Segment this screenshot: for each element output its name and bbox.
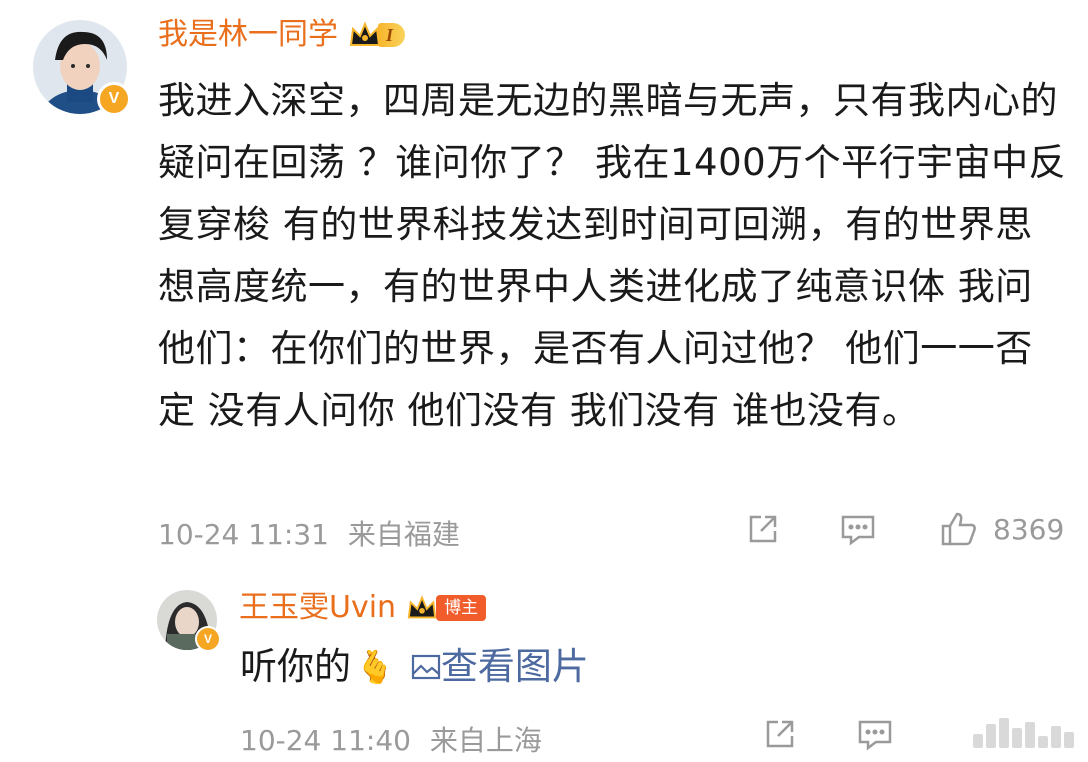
view-image-label: 查看图片 — [440, 645, 589, 688]
crown-icon — [407, 595, 437, 619]
comment-icon[interactable] — [839, 511, 877, 547]
comment-meta: 10-24 11:31 来自福建 — [158, 513, 460, 553]
verified-badge-icon: V — [97, 82, 131, 116]
share-icon[interactable] — [762, 716, 798, 752]
comment-icon[interactable] — [856, 716, 894, 752]
username-text: 我是林一同学 — [158, 17, 338, 52]
comment-timestamp: 10-24 11:31 — [158, 518, 329, 551]
reply-timestamp: 10-24 11:40 — [240, 724, 411, 757]
reply-avatar[interactable]: V — [157, 590, 221, 652]
view-image-link[interactable]: 查看图片 — [411, 642, 589, 692]
comment-username[interactable]: 我是林一同学 I — [158, 15, 406, 55]
avatar[interactable]: V — [33, 20, 131, 116]
comment-content: 我进入深空，四周是无边的黑暗与无声，只有我内心的疑问在回荡 ？谁问你了？ 我在1… — [158, 79, 1067, 432]
share-icon[interactable] — [745, 511, 781, 547]
reply-username-text: 王玉雯Uvin — [239, 590, 397, 625]
reply-text: 听你的 — [240, 645, 351, 688]
reply-content: 听你的 🫰 查看图片 — [240, 642, 589, 692]
level-label: I — [378, 23, 406, 47]
author-badge-label: 博主 — [436, 595, 487, 621]
reply-meta: 10-24 11:40 来自上海 — [240, 719, 542, 759]
reply-actions — [762, 716, 894, 752]
finger-heart-emoji: 🫰 — [355, 648, 395, 686]
verified-badge-icon: V — [195, 626, 221, 652]
like-icon[interactable] — [939, 510, 979, 548]
crown-icon — [349, 21, 381, 46]
image-icon — [411, 654, 440, 680]
reply-location: 来自上海 — [429, 724, 542, 757]
level-badge[interactable]: I — [348, 21, 406, 49]
comment-location: 来自福建 — [347, 518, 460, 551]
comment-actions: 8369 — [745, 510, 1064, 548]
reply-username[interactable]: 王玉雯Uvin 博主 — [239, 588, 487, 628]
author-badge[interactable]: 博主 — [406, 594, 487, 622]
watermark-logo-icon — [973, 718, 1074, 748]
like-count: 8369 — [993, 512, 1065, 546]
